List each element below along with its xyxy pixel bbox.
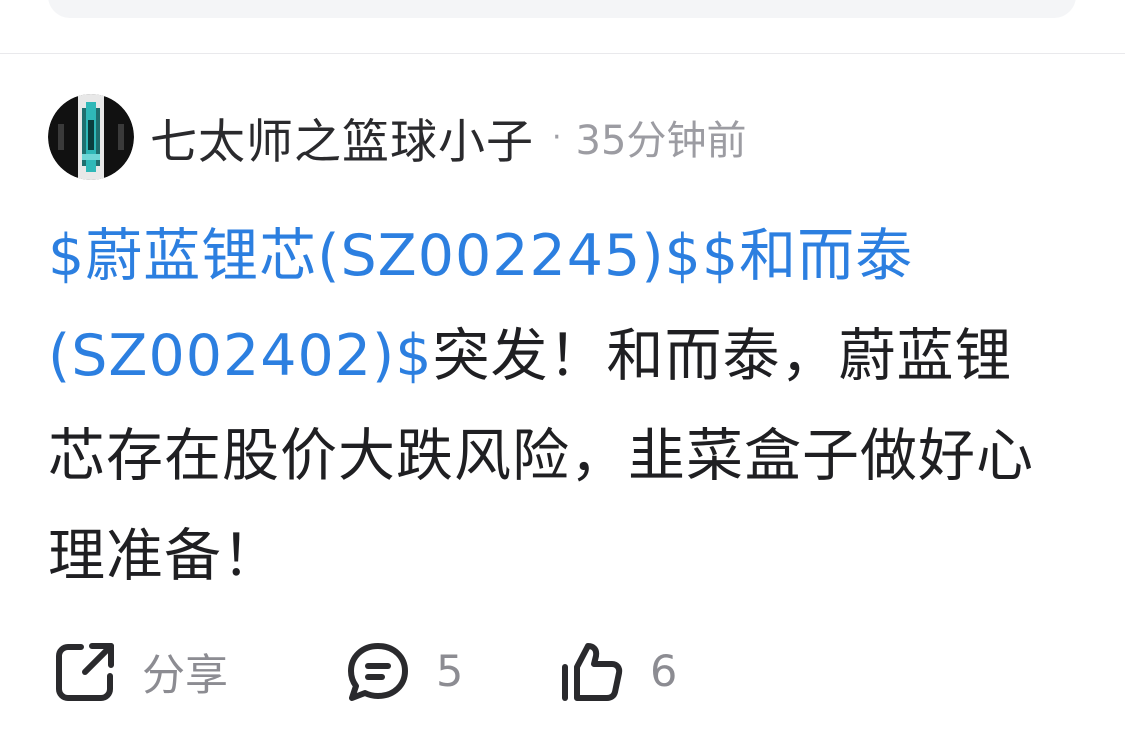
like-button[interactable]: 6 <box>560 641 677 703</box>
author-name[interactable]: 七太师之篮球小子 <box>150 103 534 172</box>
post-content: $蔚蓝锂芯(SZ002245)$$和而泰(SZ002402)$突发！和而泰，蔚蓝… <box>48 206 1058 606</box>
share-icon <box>56 643 114 701</box>
meta-separator: · <box>552 119 562 155</box>
share-button[interactable]: 分享 <box>54 641 254 703</box>
comment-icon <box>348 643 408 701</box>
previous-post-card <box>48 0 1076 18</box>
thumbs-up-icon <box>562 643 623 701</box>
comment-count: 5 <box>436 647 464 697</box>
post-divider <box>0 53 1125 54</box>
post-actions: 分享 5 6 <box>54 636 677 708</box>
post-time: 35分钟前 <box>575 118 747 164</box>
avatar[interactable] <box>48 94 134 180</box>
feed-page: 七太师之篮球小子 · 35分钟前 $蔚蓝锂芯(SZ002245)$$和而泰(SZ… <box>0 0 1125 734</box>
comment-button[interactable]: 5 <box>346 641 468 703</box>
post-header: 七太师之篮球小子 · 35分钟前 <box>48 94 746 180</box>
stock-link-1[interactable]: $蔚蓝锂芯(SZ002245)$ <box>48 223 702 289</box>
share-label: 分享 <box>142 651 228 701</box>
like-count: 6 <box>650 647 678 697</box>
